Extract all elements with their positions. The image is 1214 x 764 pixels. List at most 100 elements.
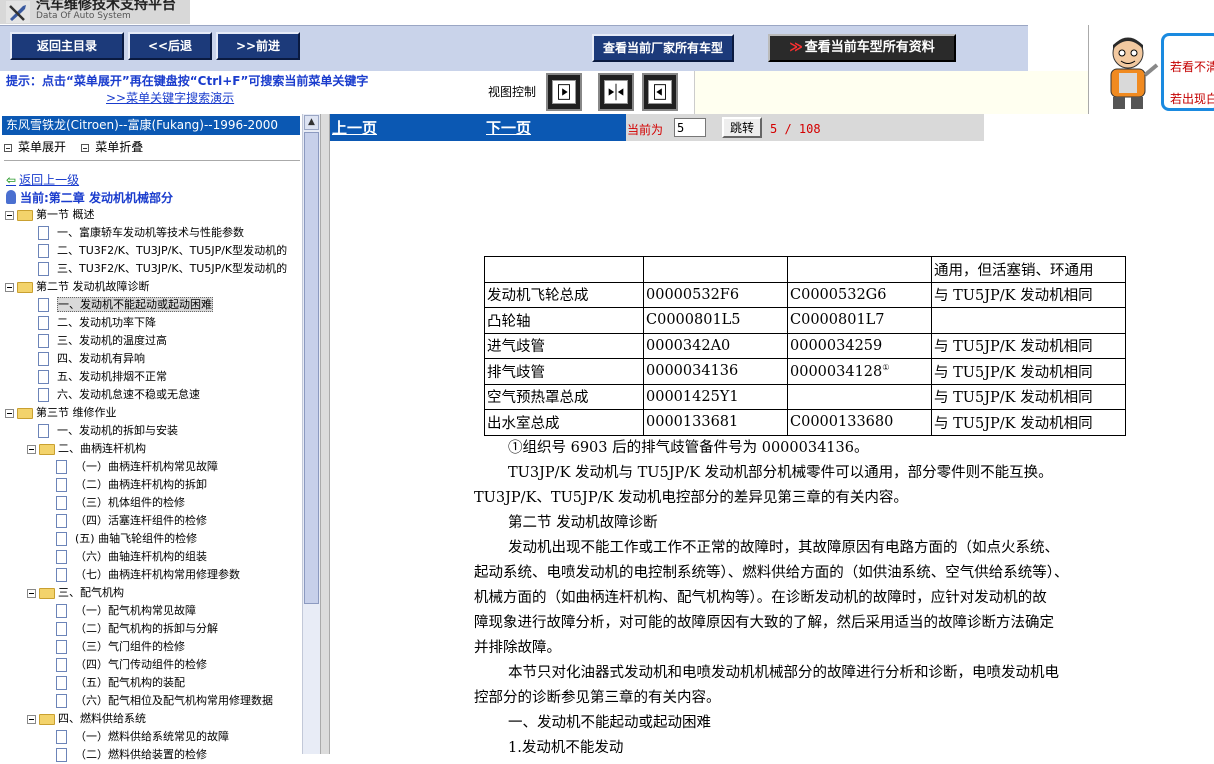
cell-text: 排气歧管 xyxy=(487,364,545,381)
tree-label: （四）活塞连杆组件的检修 xyxy=(75,514,207,527)
collapse-toggle-icon[interactable] xyxy=(5,210,14,220)
table-cell: 0000034128① xyxy=(787,358,932,385)
search-demo-link[interactable]: >>菜单关键字搜索演示 xyxy=(106,89,234,106)
tree-item[interactable]: 二、发动机功率下降 xyxy=(27,314,156,332)
document-icon xyxy=(56,460,67,474)
expand-menu-button[interactable]: 菜单展开 xyxy=(4,140,66,154)
tree-item[interactable]: 五、发动机排烟不正常 xyxy=(27,368,167,386)
document-icon xyxy=(38,352,49,366)
view-control-label: 视图控制 xyxy=(488,85,537,99)
table-cell: 与 TU5JP/K 发动机相同 xyxy=(931,281,1126,308)
document-icon xyxy=(38,262,49,276)
cell-text: 空气预热罩总成 xyxy=(487,390,589,407)
table-cell xyxy=(787,256,932,283)
table-cell: 0000034259 xyxy=(787,332,932,359)
tree-item[interactable]: 六、发动机怠速不稳或无怠速 xyxy=(27,386,200,404)
tree-item[interactable]: （二）燃料供给装置的检修 xyxy=(45,746,207,764)
tree-label: 二、曲柄连杆机构 xyxy=(58,442,146,455)
tree-folder[interactable]: 第三节 维修作业 xyxy=(5,404,117,422)
panel-splitter[interactable] xyxy=(320,114,330,754)
cell-text: 进气歧管 xyxy=(487,339,545,356)
cell-text: C0000133680 xyxy=(790,414,894,431)
collapse-menu-button[interactable]: 菜单折叠 xyxy=(81,140,143,154)
view-split-button[interactable] xyxy=(598,73,634,111)
tree-item[interactable]: （三）机体组件的检修 xyxy=(45,494,185,512)
tree-item[interactable]: （一）配气机构常见故障 xyxy=(45,602,196,620)
folder-icon xyxy=(17,281,33,293)
tree-label: 第三节 维修作业 xyxy=(36,406,117,419)
tree-item[interactable]: （二）曲柄连杆机构的拆卸 xyxy=(45,476,207,494)
current-page-label: 当前为 xyxy=(627,123,664,137)
tree-folder[interactable]: 第二节 发动机故障诊断 xyxy=(5,278,150,296)
home-button[interactable]: 返回主目录 xyxy=(10,32,124,60)
help-line: 若出现白 xyxy=(1170,92,1214,106)
tree-item[interactable]: (五) 曲轴飞轮组件的检修 xyxy=(45,530,197,548)
logo: 汽车维修技术支持平台 Data Of Auto System xyxy=(0,0,190,24)
tree-item[interactable]: 三、TU3F2/K、TU3JP/K、TU5JP/K型发动机的 xyxy=(27,260,287,278)
table-cell: 出水室总成 xyxy=(484,409,644,436)
paragraph-line: 起动系统、电喷发动机的电控制系统等）、燃料供给方面的（如供油系统、空气供给系统等… xyxy=(474,565,1069,581)
tree-item[interactable]: 一、富康轿车发动机等技术与性能参数 xyxy=(27,224,244,242)
parts-table: 通用，但活塞销、环通用 发动机飞轮总成 00000532F6 C0000532G6 与 … xyxy=(484,256,1126,436)
tree-folder[interactable]: 四、燃料供给系统 xyxy=(27,710,146,728)
tree-item[interactable]: 三、发动机的温度过高 xyxy=(27,332,167,350)
tree-scrollbar[interactable]: ▲ xyxy=(302,114,320,754)
tree-label: 二、TU3F2/K、TU3JP/K、TU5JP/K型发动机的 xyxy=(57,244,288,257)
collapse-toggle-icon[interactable] xyxy=(27,714,36,724)
collapse-toggle-icon[interactable] xyxy=(5,282,14,292)
tree-label: （二）曲柄连杆机构的拆卸 xyxy=(75,478,207,491)
table-row: 排气歧管 0000034136 0000034128① 与 TU5JP/K 发动机相同 xyxy=(484,358,1126,385)
collapse-toggle-icon[interactable] xyxy=(27,588,36,598)
help-line: 若看不清 xyxy=(1170,60,1214,74)
folder-icon xyxy=(39,587,55,599)
tree-label: (五) 曲轴飞轮组件的检修 xyxy=(75,532,198,545)
tree-item[interactable]: （六）曲轴连杆机构的组装 xyxy=(45,548,207,566)
tree-item[interactable]: （七）曲柄连杆机构常用修理参数 xyxy=(45,566,240,584)
tree-item[interactable]: （六）配气相位及配气机构常用修理数据 xyxy=(45,692,273,710)
tree-item[interactable]: （一）曲柄连杆机构常见故障 xyxy=(45,458,218,476)
tree-folder[interactable]: 第一节 概述 xyxy=(5,206,95,224)
document-icon xyxy=(38,370,49,384)
scroll-thumb[interactable] xyxy=(304,132,319,604)
table-cell: 发动机飞轮总成 xyxy=(484,281,644,308)
tree-item[interactable]: （四）气门传动组件的检修 xyxy=(45,656,207,674)
help-bubble: 若看不清 若出现白 xyxy=(1161,33,1214,111)
tip-text: 提示：点击“菜单展开”再在键盘按“Ctrl+F”可搜索当前菜单关键字 xyxy=(6,74,369,88)
tree-item[interactable]: （二）配气机构的拆卸与分解 xyxy=(45,620,218,638)
tree-item[interactable]: （四）活塞连杆组件的检修 xyxy=(45,512,207,530)
back-button[interactable]: <<后退 xyxy=(128,32,212,60)
back-up-link[interactable]: ⇦ 返回上一级 xyxy=(6,171,79,188)
scroll-up-icon[interactable]: ▲ xyxy=(304,115,319,130)
next-page-link[interactable]: 下一页 xyxy=(486,117,531,138)
tree-item[interactable]: （三）气门组件的检修 xyxy=(45,638,185,656)
tree-label: （一）配气机构常见故障 xyxy=(75,604,196,617)
collapse-toggle-icon[interactable] xyxy=(5,408,14,418)
tree-folder[interactable]: 三、配气机构 xyxy=(27,584,124,602)
tree-label: （六）曲轴连杆机构的组装 xyxy=(75,550,207,563)
tree-label: （七）曲柄连杆机构常用修理参数 xyxy=(75,568,240,581)
paragraph-line: ①组织号 6903 后的排气歧管备件号为 0000034136。 xyxy=(508,440,869,456)
table-cell: 00001425Y1 xyxy=(643,383,788,410)
tree-item[interactable]: 四、发动机有异响 xyxy=(27,350,145,368)
paragraph-line: 并排除故障。 xyxy=(474,640,561,656)
all-models-button[interactable]: 查看当前厂家所有车型 xyxy=(592,34,734,62)
forward-button[interactable]: >>前进 xyxy=(216,32,300,60)
view-right-button[interactable] xyxy=(546,73,582,111)
prev-page-link[interactable]: 上一页 xyxy=(332,117,377,138)
page-number-input[interactable] xyxy=(674,118,706,137)
tree-item[interactable]: 一、发动机的拆卸与安装 xyxy=(27,422,178,440)
paragraph-line: 1.发动机不能发动 xyxy=(508,740,624,756)
wrench-logo-icon xyxy=(6,1,30,23)
tree-item[interactable]: （五）配气机构的装配 xyxy=(45,674,185,692)
all-docs-button[interactable]: ≫ 查看当前车型所有资料 xyxy=(768,34,956,62)
tree-label: 一、发动机不能起动或起动困难 xyxy=(57,297,213,312)
tree-item[interactable]: 一、发动机不能起动或起动困难 xyxy=(27,296,213,314)
document-icon xyxy=(56,532,67,546)
jump-button[interactable]: 跳转 xyxy=(722,117,762,138)
tree-folder[interactable]: 二、曲柄连杆机构 xyxy=(27,440,146,458)
view-left-button[interactable] xyxy=(642,73,678,111)
collapse-toggle-icon[interactable] xyxy=(27,444,36,454)
tree-item[interactable]: （一）燃料供给系统常见的故障 xyxy=(45,728,229,746)
tree-item[interactable]: 二、TU3F2/K、TU3JP/K、TU5JP/K型发动机的 xyxy=(27,242,287,260)
paragraph-line: 控部分的诊断参见第三章的有关内容。 xyxy=(474,690,721,706)
